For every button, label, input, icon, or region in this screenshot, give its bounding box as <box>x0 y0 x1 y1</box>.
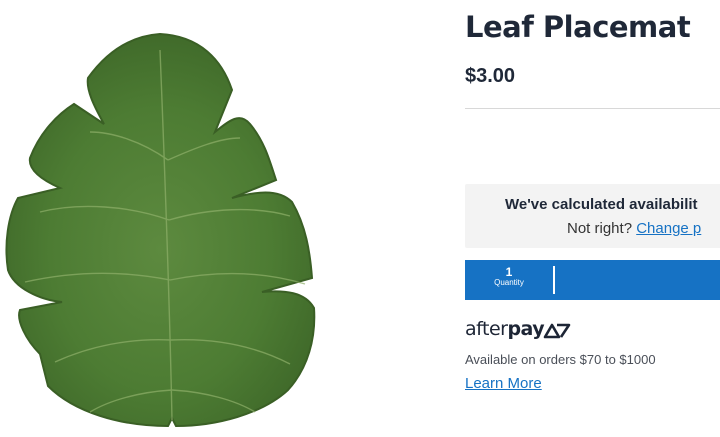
afterpay-logo-bold: pay <box>507 318 545 340</box>
add-to-cart-bar[interactable]: 1 Quantity <box>465 260 720 300</box>
quantity-selector[interactable]: 1 Quantity <box>465 260 553 300</box>
afterpay-logo: afterpay <box>465 318 571 344</box>
learn-more-link[interactable]: Learn More <box>465 375 542 392</box>
product-image[interactable] <box>0 20 330 432</box>
divider <box>465 108 720 109</box>
quantity-value: 1 <box>505 265 513 279</box>
availability-message: We've calculated availabilit <box>505 196 698 213</box>
availability-subtext: Not right? Change p <box>567 220 701 237</box>
afterpay-description: Available on orders $70 to $1000 <box>465 352 656 367</box>
availability-box: We've calculated availabilit Not right? … <box>465 184 720 248</box>
afterpay-arrows-icon <box>543 323 571 339</box>
product-info-panel: Leaf Placemat $3.00 We've calculated ava… <box>465 0 720 432</box>
product-title: Leaf Placemat <box>465 10 691 44</box>
monstera-leaf-image <box>5 32 316 428</box>
product-price: $3.00 <box>465 65 516 87</box>
quantity-separator <box>553 266 555 294</box>
quantity-label: Quantity <box>494 278 524 287</box>
afterpay-logo-regular: after <box>465 318 508 340</box>
change-postcode-link[interactable]: Change p <box>636 220 701 237</box>
availability-prompt: Not right? <box>567 220 633 237</box>
